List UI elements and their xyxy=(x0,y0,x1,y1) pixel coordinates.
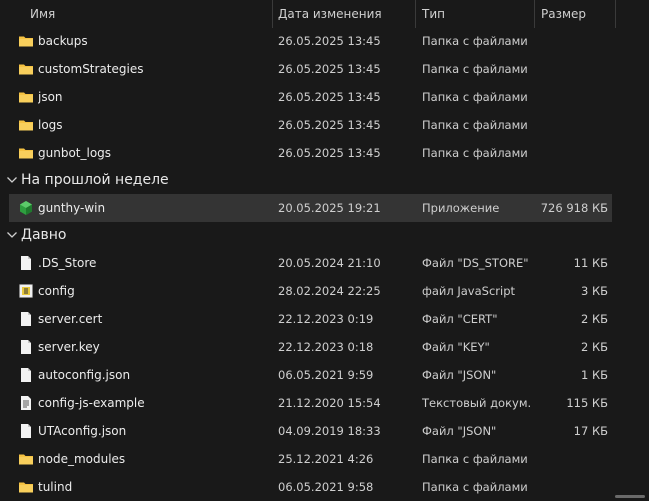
file-size: 3 КБ xyxy=(580,284,608,298)
file-type: Файл "KEY" xyxy=(422,340,490,354)
column-size[interactable]: Размер xyxy=(541,0,586,28)
file-size: 726 918 КБ xyxy=(540,201,608,215)
column-divider[interactable] xyxy=(534,0,535,28)
column-type[interactable]: Тип xyxy=(422,0,445,28)
list-item[interactable]: customStrategies 26.05.2025 13:45 Папка … xyxy=(0,55,612,83)
file-icon xyxy=(18,423,34,439)
file-icon xyxy=(18,255,34,271)
list-item-selected[interactable]: gunthy-win 20.05.2025 19:21 Приложение 7… xyxy=(9,194,612,222)
file-date: 22.12.2023 0:18 xyxy=(278,340,374,354)
javascript-file-icon xyxy=(18,283,34,299)
file-name: config-js-example xyxy=(38,396,145,410)
folder-icon xyxy=(18,479,34,495)
column-date[interactable]: Дата изменения xyxy=(278,0,382,28)
file-date: 20.05.2024 21:10 xyxy=(278,256,381,270)
file-size: 2 КБ xyxy=(580,312,608,326)
file-icon xyxy=(18,339,34,355)
list-item[interactable]: server.cert 22.12.2023 0:19 Файл "CERT" … xyxy=(0,305,612,333)
list-item[interactable]: gunbot_logs 26.05.2025 13:45 Папка с фай… xyxy=(0,139,612,167)
file-name: config xyxy=(38,284,75,298)
folder-icon xyxy=(18,61,34,77)
file-type: Папка с файлами xyxy=(422,146,528,160)
list-item[interactable]: .DS_Store 20.05.2024 21:10 Файл "DS_STOR… xyxy=(0,249,612,277)
file-name: backups xyxy=(38,34,88,48)
file-type: Файл "DS_STORE" xyxy=(422,256,529,270)
column-divider[interactable] xyxy=(415,0,416,28)
file-date: 04.09.2019 18:33 xyxy=(278,424,381,438)
file-date: 26.05.2025 13:45 xyxy=(278,62,381,76)
chevron-down-icon[interactable] xyxy=(6,229,18,241)
file-date: 22.12.2023 0:19 xyxy=(278,312,374,326)
list-item[interactable]: json 26.05.2025 13:45 Папка с файлами xyxy=(0,83,612,111)
file-type: файл JavaScript xyxy=(422,284,516,298)
file-type: Папка с файлами xyxy=(422,90,528,104)
file-size: 17 КБ xyxy=(573,424,608,438)
group-header-last-week[interactable]: На прошлой неделе xyxy=(0,166,612,194)
list-item[interactable]: autoconfig.json 06.05.2021 9:59 Файл "JS… xyxy=(0,361,612,389)
column-divider[interactable] xyxy=(615,0,616,28)
file-name: .DS_Store xyxy=(38,256,97,270)
file-size: 11 КБ xyxy=(573,256,608,270)
file-name: gunthy-win xyxy=(38,201,106,215)
file-type: Файл "CERT" xyxy=(422,312,498,326)
file-icon xyxy=(18,367,34,383)
file-date: 21.12.2020 15:54 xyxy=(278,396,381,410)
list-item[interactable]: config 28.02.2024 22:25 файл JavaScript … xyxy=(0,277,612,305)
file-type: Папка с файлами xyxy=(422,452,528,466)
file-type: Текстовый докум... xyxy=(422,396,530,410)
file-name: node_modules xyxy=(38,452,126,466)
file-name: autoconfig.json xyxy=(38,368,131,382)
group-label: На прошлой неделе xyxy=(21,172,169,188)
list-item[interactable]: node_modules 25.12.2021 4:26 Папка с фай… xyxy=(0,445,612,473)
file-type: Папка с файлами xyxy=(422,62,528,76)
chevron-down-icon[interactable] xyxy=(6,174,18,186)
column-divider[interactable] xyxy=(272,0,273,28)
list-item[interactable]: server.key 22.12.2023 0:18 Файл "KEY" 2 … xyxy=(0,333,612,361)
file-size: 1 КБ xyxy=(580,368,608,382)
file-type: Файл "JSON" xyxy=(422,424,497,438)
folder-icon xyxy=(18,117,34,133)
group-label: Давно xyxy=(21,227,67,243)
file-date: 26.05.2025 13:45 xyxy=(278,146,381,160)
file-type: Приложение xyxy=(422,201,500,215)
file-name: gunbot_logs xyxy=(38,146,112,160)
file-date: 28.02.2024 22:25 xyxy=(278,284,381,298)
folder-icon xyxy=(18,89,34,105)
file-date: 26.05.2025 13:45 xyxy=(278,90,381,104)
group-header-long-ago[interactable]: Давно xyxy=(0,221,612,249)
app-cube-icon xyxy=(18,200,34,216)
folder-icon xyxy=(18,33,34,49)
horizontal-scrollbar[interactable] xyxy=(0,494,649,498)
file-name: server.key xyxy=(38,340,100,354)
column-name[interactable]: Имя xyxy=(30,0,55,28)
list-item[interactable]: UTAconfig.json 04.09.2019 18:33 Файл "JS… xyxy=(0,417,612,445)
column-header: Имя Дата изменения Тип Размер xyxy=(0,0,649,28)
folder-icon xyxy=(18,145,34,161)
list-item[interactable]: backups 26.05.2025 13:45 Папка с файлами xyxy=(0,27,612,55)
text-document-icon xyxy=(18,395,34,411)
file-type: Папка с файлами xyxy=(422,118,528,132)
file-name: json xyxy=(38,90,63,104)
file-type: Файл "JSON" xyxy=(422,368,497,382)
file-date: 20.05.2025 19:21 xyxy=(278,201,381,215)
list-item[interactable]: logs 26.05.2025 13:45 Папка с файлами xyxy=(0,111,612,139)
file-date: 26.05.2025 13:45 xyxy=(278,118,381,132)
file-name: server.cert xyxy=(38,312,103,326)
list-item[interactable]: config-js-example 21.12.2020 15:54 Текст… xyxy=(0,389,612,417)
file-name: UTAconfig.json xyxy=(38,424,127,438)
file-type: Папка с файлами xyxy=(422,34,528,48)
file-name: customStrategies xyxy=(38,62,144,76)
file-size: 2 КБ xyxy=(580,340,608,354)
folder-icon xyxy=(18,451,34,467)
file-date: 25.12.2021 4:26 xyxy=(278,452,374,466)
file-icon xyxy=(18,311,34,327)
file-date: 26.05.2025 13:45 xyxy=(278,34,381,48)
file-name: logs xyxy=(38,118,63,132)
file-date: 06.05.2021 9:59 xyxy=(278,368,374,382)
file-size: 115 КБ xyxy=(566,396,608,410)
